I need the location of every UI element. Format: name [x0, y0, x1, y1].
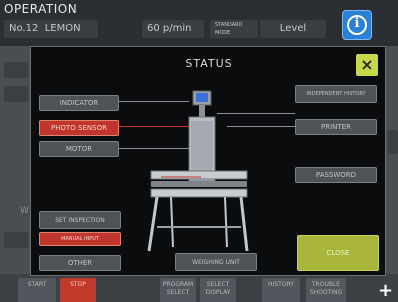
preset-mode: STANDARD MODE: [210, 20, 258, 38]
background-button: [4, 86, 28, 102]
operation-screen: OPERATION No.12 LEMON 60 p/min STANDARD …: [0, 0, 398, 302]
plus-icon[interactable]: +: [378, 282, 393, 300]
background-button: [388, 130, 398, 154]
printer-button[interactable]: PRINTER: [295, 119, 377, 135]
stop-button[interactable]: STOP: [60, 278, 96, 302]
weighing-unit-button[interactable]: WEIGHING UNIT: [175, 253, 257, 271]
select-display-button[interactable]: SELECT DISPLAY: [200, 278, 236, 302]
password-button[interactable]: PASSWORD: [295, 167, 377, 183]
dialog-title: STATUS: [185, 57, 233, 70]
program-select-button[interactable]: PROGRAM SELECT: [160, 278, 196, 302]
history-button[interactable]: HISTORY: [262, 278, 300, 302]
connector-line: [119, 126, 189, 127]
background-label: W: [20, 206, 29, 216]
product-number: No.12: [9, 23, 39, 34]
connector-line: [217, 113, 295, 114]
product-name: LEMON: [44, 23, 81, 34]
bottom-bar: START STOP PROGRAM SELECT SELECT DISPLAY…: [0, 274, 398, 302]
photo-sensor-button[interactable]: PHOTO SENSOR: [39, 120, 119, 136]
other-button[interactable]: OTHER: [39, 255, 121, 271]
close-icon: ×: [360, 55, 374, 74]
background-button: [4, 232, 28, 248]
top-bar: OPERATION No.12 LEMON 60 p/min STANDARD …: [0, 0, 398, 46]
product-line: No.12 LEMON 60 p/min STANDARD MODE Level: [0, 18, 330, 40]
independent-history-button[interactable]: INDEPENDENT HISTORY: [295, 85, 377, 103]
speed-display: 60 p/min: [142, 20, 204, 38]
trouble-shooting-button[interactable]: TROUBLE SHOOTING: [306, 278, 346, 302]
info-icon: i: [347, 15, 367, 35]
indicator-button[interactable]: INDICATOR: [39, 95, 119, 111]
motor-button[interactable]: MOTOR: [39, 141, 119, 157]
info-button[interactable]: i: [342, 10, 372, 40]
start-button[interactable]: START: [18, 278, 56, 302]
background-button: [4, 62, 28, 78]
close-dialog-button[interactable]: CLOSE: [297, 235, 379, 271]
product-selector[interactable]: No.12 LEMON: [4, 20, 98, 38]
manual-input-button[interactable]: MANUAL INPUT: [39, 232, 121, 246]
close-button[interactable]: ×: [356, 54, 378, 76]
connector-line: [227, 126, 295, 127]
connector-line: [119, 148, 189, 149]
set-inspection-button[interactable]: SET INSPECTION: [39, 211, 121, 229]
connector-line: [119, 101, 189, 102]
screen-title: OPERATION: [4, 2, 78, 16]
level-button[interactable]: Level: [260, 20, 326, 38]
status-dialog: STATUS × INDICATOR PHOTO SENSOR MOTOR IN…: [30, 46, 386, 276]
